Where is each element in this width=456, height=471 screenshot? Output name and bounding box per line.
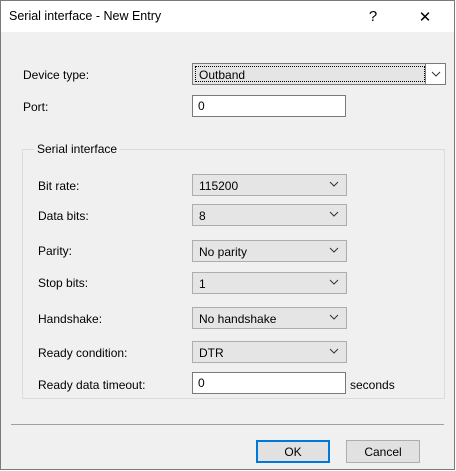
port-input[interactable]: 0 <box>192 95 346 117</box>
chevron-down-icon <box>329 279 339 285</box>
port-value: 0 <box>198 99 205 113</box>
device-type-select[interactable]: Outband <box>192 63 446 85</box>
cancel-button-label: Cancel <box>364 444 402 459</box>
cancel-button[interactable]: Cancel <box>346 440 420 463</box>
title-bar: Serial interface - New Entry ? ✕ <box>1 1 454 32</box>
dropdown-button[interactable] <box>425 64 445 84</box>
chevron-down-icon <box>329 247 339 253</box>
stop-bits-value: 1 <box>199 277 206 291</box>
ready-data-timeout-label: Ready data timeout: <box>38 378 146 392</box>
parity-select[interactable]: No parity <box>192 240 347 262</box>
handshake-value: No handshake <box>199 312 277 326</box>
help-button[interactable]: ? <box>350 1 396 32</box>
port-label: Port: <box>23 100 49 114</box>
dialog-window: Serial interface - New Entry ? ✕ Device … <box>0 0 455 470</box>
data-bits-select[interactable]: 8 <box>192 204 347 226</box>
parity-label: Parity: <box>38 244 73 258</box>
close-icon: ✕ <box>418 8 432 26</box>
stop-bits-label: Stop bits: <box>38 276 89 290</box>
bit-rate-value: 115200 <box>199 179 239 193</box>
chevron-down-icon <box>431 71 441 77</box>
device-type-value: Outband <box>199 68 246 82</box>
ready-data-timeout-value: 0 <box>198 376 205 390</box>
group-title: Serial interface <box>34 142 121 156</box>
window-title: Serial interface - New Entry <box>9 9 162 23</box>
close-button[interactable]: ✕ <box>402 1 448 32</box>
handshake-select[interactable]: No handshake <box>192 307 347 329</box>
chevron-down-icon <box>329 181 339 187</box>
ready-condition-value: DTR <box>199 346 224 360</box>
ok-button[interactable]: OK <box>256 440 330 463</box>
bit-rate-label: Bit rate: <box>38 179 80 193</box>
seconds-unit-label: seconds <box>350 378 395 392</box>
divider <box>11 424 444 425</box>
device-type-label: Device type: <box>23 68 90 82</box>
ready-condition-label: Ready condition: <box>38 346 128 360</box>
stop-bits-select[interactable]: 1 <box>192 272 347 294</box>
ready-data-timeout-input[interactable]: 0 <box>192 372 346 394</box>
ok-button-label: OK <box>284 444 302 459</box>
help-icon: ? <box>368 8 378 25</box>
bit-rate-select[interactable]: 115200 <box>192 174 347 196</box>
chevron-down-icon <box>329 314 339 320</box>
chevron-down-icon <box>329 348 339 354</box>
parity-value: No parity <box>199 245 248 259</box>
handshake-label: Handshake: <box>38 312 103 326</box>
data-bits-label: Data bits: <box>38 209 89 223</box>
data-bits-value: 8 <box>199 209 206 223</box>
ready-condition-select[interactable]: DTR <box>192 341 347 363</box>
chevron-down-icon <box>329 211 339 217</box>
